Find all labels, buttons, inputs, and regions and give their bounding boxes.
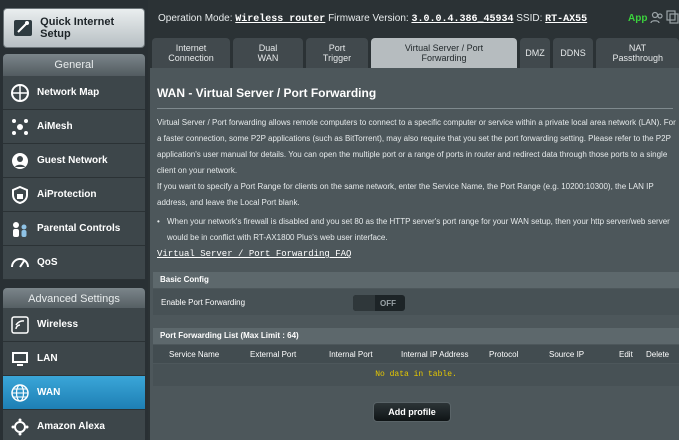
sidebar-item-qos[interactable]: QoS <box>3 246 145 280</box>
advanced-section-header: Advanced Settings <box>3 288 145 310</box>
operation-mode-link[interactable]: Wireless router <box>235 14 325 25</box>
col-external-port: External Port <box>250 350 297 359</box>
col-edit: Edit <box>619 350 633 359</box>
sidebar-item-parental-controls[interactable]: Parental Controls <box>3 212 145 246</box>
quick-internet-setup-button[interactable]: Quick Internet Setup <box>3 8 145 48</box>
toggle-knob <box>353 295 375 311</box>
operation-mode-label: Operation Mode: <box>158 13 233 24</box>
advanced-menu: Wireless LAN WAN Amazon Alexa <box>3 308 145 440</box>
tab-label: NAT Passthrough <box>612 43 664 63</box>
sidebar-item-amazon-alexa[interactable]: Amazon Alexa <box>3 410 145 440</box>
general-menu: Network Map AiMesh Guest Network AiProte… <box>3 76 145 280</box>
aimesh-icon <box>9 116 31 138</box>
globe-icon <box>9 382 31 404</box>
enable-port-forwarding-row: Enable Port Forwarding OFF <box>153 289 679 315</box>
enable-port-forwarding-toggle[interactable]: OFF <box>353 295 405 311</box>
app-link[interactable]: App <box>628 13 647 24</box>
sidebar-item-label: Wireless <box>37 319 79 330</box>
no-data-message: No data in table. <box>375 370 457 379</box>
tab-label: DDNS <box>560 48 586 58</box>
general-section-header: General <box>3 54 145 76</box>
tab-label: DMZ <box>525 48 545 58</box>
add-profile-button[interactable]: Add profile <box>373 402 451 422</box>
col-internal-ip: Internal IP Address <box>401 350 469 359</box>
page-title: WAN - Virtual Server / Port Forwarding <box>157 86 377 100</box>
top-status-bar: Operation Mode: Wireless router Firmware… <box>150 0 679 36</box>
col-internal-port: Internal Port <box>329 350 373 359</box>
col-protocol: Protocol <box>489 350 519 359</box>
sidebar-item-wireless[interactable]: Wireless <box>3 308 145 342</box>
ssid-label: SSID: <box>516 13 543 24</box>
col-service-name: Service Name <box>169 350 220 359</box>
sidebar-item-label: LAN <box>37 353 58 364</box>
sidebar-item-label: Network Map <box>37 87 100 98</box>
alexa-icon <box>9 416 31 438</box>
sidebar-item-label: Guest Network <box>37 155 108 166</box>
sidebar-item-aiprotection[interactable]: AiProtection <box>3 178 145 212</box>
basic-config-header: Basic Config <box>153 272 679 288</box>
sidebar-item-label: AiMesh <box>37 121 73 132</box>
tab-port-trigger[interactable]: Port Trigger <box>306 38 368 68</box>
tab-dmz[interactable]: DMZ <box>520 38 550 68</box>
tab-dual-wan[interactable]: Dual WAN <box>233 38 303 68</box>
tab-ddns[interactable]: DDNS <box>553 38 593 68</box>
firmware-version-link[interactable]: 3.0.0.4.386_45934 <box>411 14 513 25</box>
tab-virtual-server[interactable]: Virtual Server / Port Forwarding <box>371 38 517 68</box>
sidebar-item-label: AiProtection <box>37 189 97 200</box>
ssid-link[interactable]: RT-AX55 <box>545 14 587 25</box>
tab-nat-passthrough[interactable]: NAT Passthrough <box>596 38 679 68</box>
divider <box>157 108 673 109</box>
sidebar: Quick Internet Setup General Network Map… <box>0 0 148 440</box>
table-header-row: Service Name External Port Internal Port… <box>153 345 679 363</box>
table-empty-row: No data in table. <box>153 364 679 386</box>
faq-link[interactable]: Virtual Server / Port Forwarding FAQ <box>157 249 351 259</box>
copy-icon[interactable] <box>666 10 679 24</box>
sidebar-item-wan[interactable]: WAN <box>3 376 145 410</box>
col-source-ip: Source IP <box>549 350 585 359</box>
status-info: Operation Mode: Wireless router Firmware… <box>158 13 587 25</box>
description: Virtual Server / Port forwarding allows … <box>157 115 677 211</box>
warning-note: • When your network's firewall is disabl… <box>157 214 677 246</box>
wand-icon <box>11 16 34 40</box>
bullet-icon: • <box>157 217 160 226</box>
sidebar-item-label: Amazon Alexa <box>37 421 105 432</box>
main-panel: WAN - Virtual Server / Port Forwarding V… <box>150 68 679 440</box>
tab-label: Dual WAN <box>257 43 279 63</box>
quick-setup-label: Quick Internet Setup <box>40 16 115 40</box>
tab-label: Internet Connection <box>168 43 214 63</box>
sidebar-item-label: WAN <box>37 387 61 398</box>
description-text-2: If you want to specify a Port Range for … <box>157 182 654 207</box>
sidebar-item-guest-network[interactable]: Guest Network <box>3 144 145 178</box>
port-forwarding-list-header: Port Forwarding List (Max Limit : 64) <box>153 328 679 344</box>
description-text: Virtual Server / Port forwarding allows … <box>157 118 676 175</box>
enable-port-forwarding-label: Enable Port Forwarding <box>161 298 246 307</box>
col-delete: Delete <box>646 350 670 359</box>
family-icon <box>9 218 31 240</box>
toggle-state: OFF <box>380 299 396 308</box>
warning-text: When your network's firewall is disabled… <box>167 217 670 242</box>
guest-network-icon <box>9 150 31 172</box>
sidebar-item-lan[interactable]: LAN <box>3 342 145 376</box>
sidebar-item-aimesh[interactable]: AiMesh <box>3 110 145 144</box>
speedometer-icon <box>9 252 31 274</box>
tab-label: Port Trigger <box>322 43 352 63</box>
monitor-icon <box>9 348 31 370</box>
wifi-icon <box>9 314 31 336</box>
shield-lock-icon <box>9 184 31 206</box>
tab-internet-connection[interactable]: Internet Connection <box>152 38 230 68</box>
tab-label: Virtual Server / Port Forwarding <box>404 43 484 63</box>
sidebar-item-network-map[interactable]: Network Map <box>3 76 145 110</box>
network-map-icon <box>9 82 31 104</box>
sidebar-item-label: QoS <box>37 257 58 268</box>
firmware-label: Firmware Version: <box>328 13 409 24</box>
sidebar-item-label: Parental Controls <box>37 223 121 234</box>
users-icon[interactable] <box>650 10 664 24</box>
